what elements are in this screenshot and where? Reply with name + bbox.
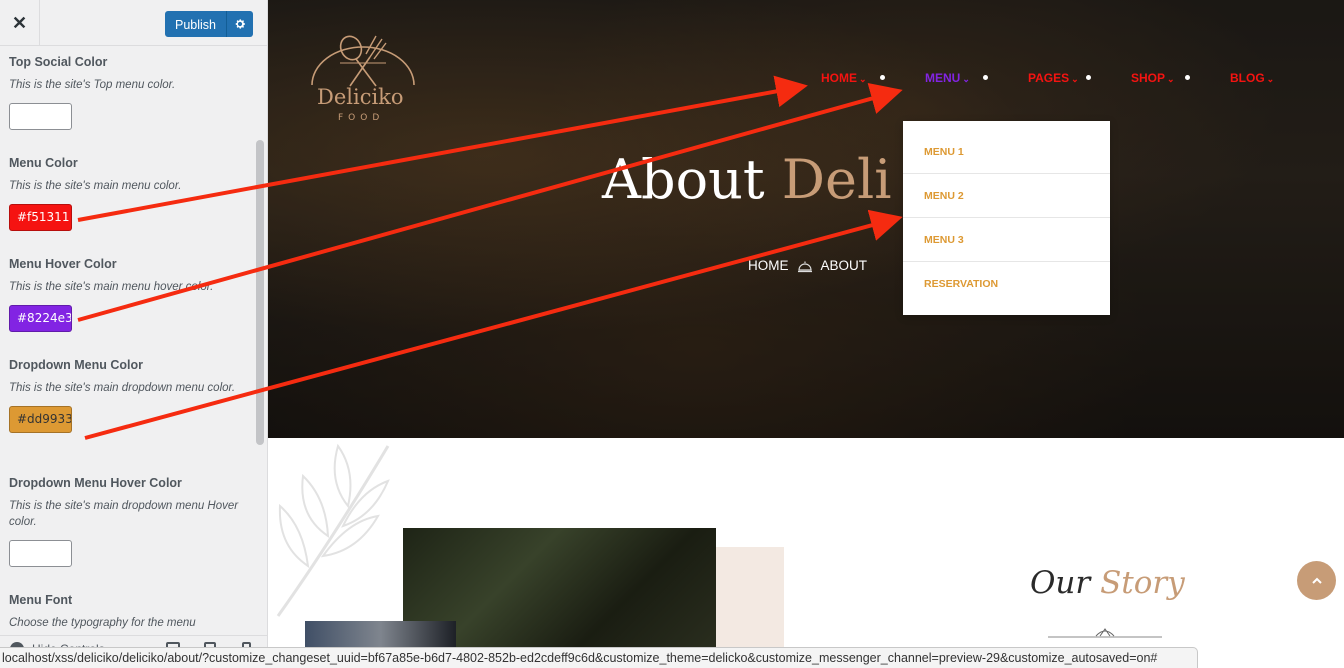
- control-menu-font: Menu Font Choose the typography for the …: [9, 592, 249, 631]
- control-description: Choose the typography for the menu: [9, 617, 196, 629]
- close-customizer-button[interactable]: ✕: [0, 0, 40, 46]
- publish-button[interactable]: Publish: [165, 11, 226, 37]
- dropdown-menu-color-picker[interactable]: #dd9933: [9, 406, 72, 433]
- hero-banner: Deliciko FOOD HOME ⌄ MENU ⌄ PAGES ⌄ SHOP ⌄ B…: [268, 0, 1344, 438]
- nav-separator: [880, 75, 885, 80]
- close-icon: ✕: [11, 12, 28, 33]
- site-preview: Deliciko FOOD HOME ⌄ MENU ⌄ PAGES ⌄ SHOP ⌄ B…: [268, 0, 1344, 668]
- control-title: Menu Color: [9, 156, 78, 170]
- breadcrumb-current: ABOUT: [820, 258, 868, 273]
- control-description: This is the site's main dropdown menu Ho…: [9, 500, 239, 528]
- section-title: Our Story: [1030, 565, 1185, 601]
- nav-menu[interactable]: MENU ⌄: [925, 71, 970, 85]
- control-description: This is the site's main dropdown menu co…: [9, 382, 236, 394]
- chevron-down-icon: ⌄: [962, 74, 970, 84]
- logo-name[interactable]: Deliciko: [317, 85, 404, 109]
- dropdown-item-reservation[interactable]: RESERVATION: [903, 262, 1110, 306]
- chevron-down-icon: ⌄: [1071, 74, 1079, 84]
- control-description: This is the site's main menu hover color…: [9, 281, 214, 293]
- control-menu-color: Menu Color This is the site's main menu …: [9, 155, 249, 231]
- menu-hover-color-picker[interactable]: #8224e3: [9, 305, 72, 332]
- nav-separator: [1086, 75, 1091, 80]
- dropdown-item-menu-3[interactable]: MENU 3: [903, 218, 1110, 262]
- nav-shop[interactable]: SHOP ⌄: [1131, 71, 1175, 85]
- publish-group: Publish: [165, 11, 253, 37]
- customizer-header: ✕ Publish: [0, 0, 267, 46]
- control-description: This is the site's main menu color.: [9, 180, 182, 192]
- nav-blog[interactable]: BLOG ⌄: [1230, 71, 1274, 85]
- nav-separator: [983, 75, 988, 80]
- control-dropdown-menu-hover-color: Dropdown Menu Hover Color This is the si…: [9, 475, 249, 567]
- gear-icon: [235, 19, 245, 29]
- control-title: Menu Font: [9, 593, 73, 607]
- chevron-down-icon: ⌄: [1266, 74, 1275, 84]
- nav-pages[interactable]: PAGES ⌄: [1028, 71, 1079, 85]
- chevron-down-icon: ⌄: [859, 74, 867, 84]
- leaf-decoration-icon: [276, 443, 390, 617]
- scroll-to-top-button[interactable]: [1297, 561, 1336, 600]
- control-title: Menu Hover Color: [9, 257, 117, 271]
- logo-tagline: FOOD: [338, 113, 385, 123]
- sidebar-scrollbar[interactable]: [256, 140, 264, 445]
- control-title: Dropdown Menu Color: [9, 358, 144, 372]
- breadcrumb-home[interactable]: HOME: [748, 258, 789, 273]
- control-title: Dropdown Menu Hover Color: [9, 476, 182, 490]
- nav-separator: [1185, 75, 1190, 80]
- customizer-controls[interactable]: Top Social Color This is the site's Top …: [0, 47, 256, 647]
- control-menu-hover-color: Menu Hover Color This is the site's main…: [9, 256, 249, 332]
- nav-home[interactable]: HOME ⌄: [821, 71, 867, 85]
- control-top-social-color: Top Social Color This is the site's Top …: [9, 54, 249, 130]
- control-description: This is the site's Top menu color.: [9, 79, 176, 91]
- menu-color-picker[interactable]: #f51311: [9, 204, 72, 231]
- menu-dropdown: MENU 1 MENU 2 MENU 3 RESERVATION: [903, 121, 1110, 315]
- top-social-color-picker[interactable]: [9, 103, 72, 130]
- page-title: About Deli: [602, 148, 892, 211]
- dropdown-item-menu-1[interactable]: MENU 1: [903, 130, 1110, 174]
- chevron-down-icon: ⌄: [1167, 74, 1175, 84]
- ornament-icon: [1048, 628, 1162, 638]
- customizer-sidebar: ✕ Publish Top Social Color This is the s…: [0, 0, 268, 668]
- breadcrumb: HOME ABOUT: [748, 258, 867, 273]
- control-dropdown-menu-color: Dropdown Menu Color This is the site's m…: [9, 357, 249, 433]
- cloche-icon: [797, 261, 812, 272]
- browser-status-bar: localhost/xss/deliciko/deliciko/about/?c…: [0, 647, 1198, 668]
- dropdown-menu-hover-color-picker[interactable]: [9, 540, 72, 567]
- publish-settings-button[interactable]: [226, 11, 253, 37]
- chevron-up-icon: [1311, 577, 1322, 584]
- dropdown-item-menu-2[interactable]: MENU 2: [903, 174, 1110, 218]
- control-title: Top Social Color: [9, 55, 108, 69]
